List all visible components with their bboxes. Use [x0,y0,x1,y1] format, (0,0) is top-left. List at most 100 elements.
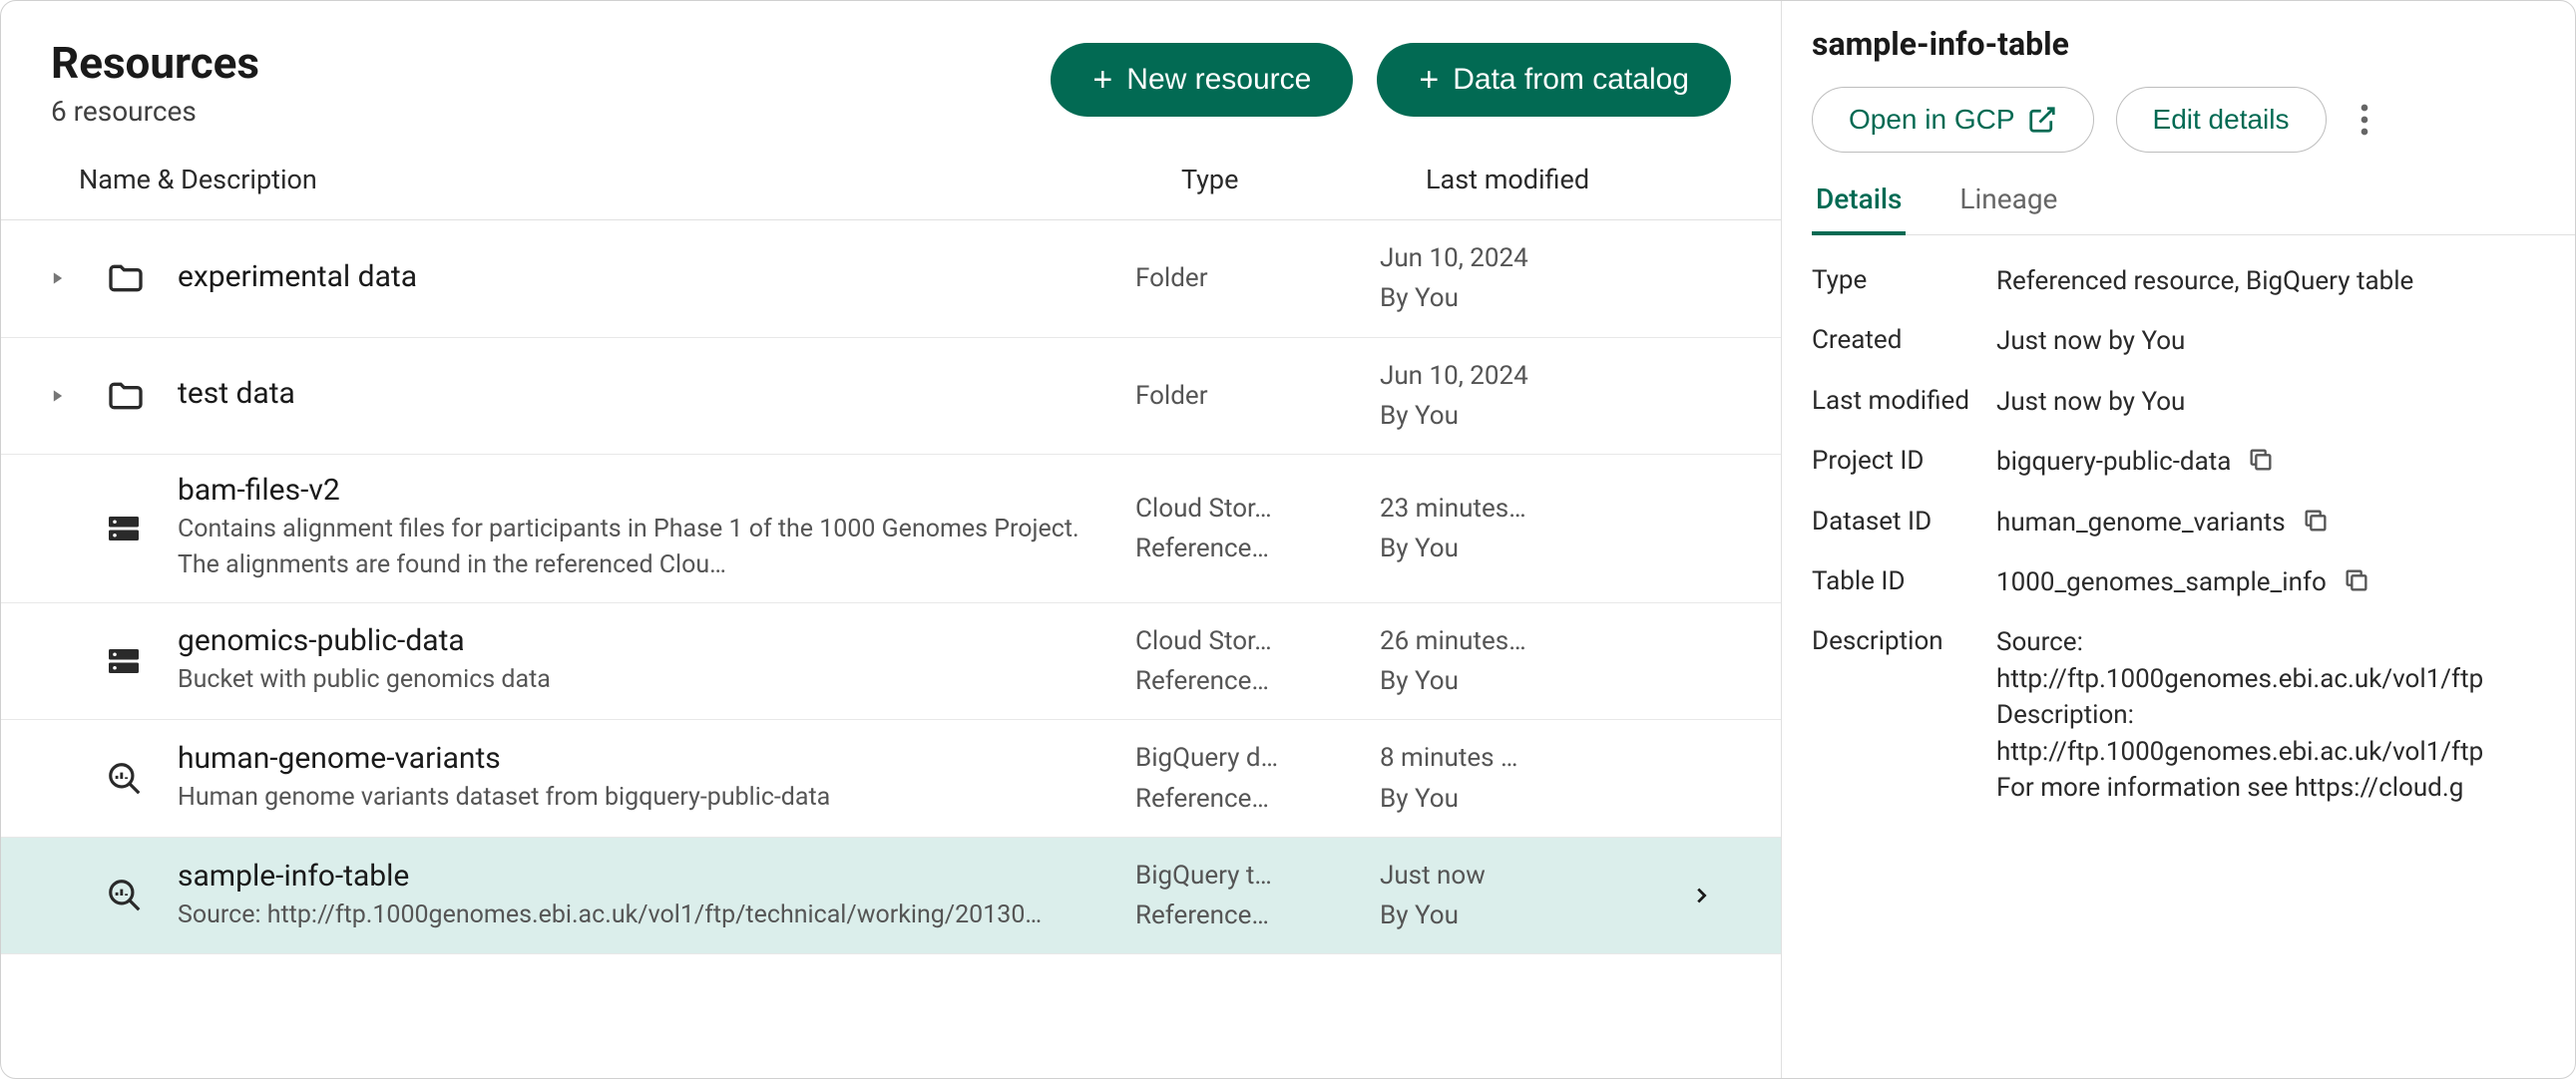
open-in-gcp-label: Open in GCP [1849,104,2015,136]
resource-name-cell: sample-info-table Source: http://ftp.1000… [178,859,1135,933]
resource-type: BigQuery d…Reference… [1135,738,1380,819]
expand-toggle[interactable] [51,389,106,403]
detail-label: Table ID [1812,564,1996,599]
data-from-catalog-button[interactable]: + Data from catalog [1377,43,1731,117]
storage-icon [106,643,178,679]
detail-value: Just now by You [1996,384,2575,420]
detail-row: Dataset IDhuman_genome_variants [1812,505,2575,540]
resource-type: Cloud Stor…Reference… [1135,489,1380,569]
resource-count: 6 resources [51,95,259,128]
table-row[interactable]: sample-info-table Source: http://ftp.1000… [1,838,1781,955]
resource-modified: Just nowBy You [1380,856,1671,936]
resource-name-cell: test data [178,376,1135,415]
resource-modified: 26 minutes…By You [1380,621,1671,702]
resource-name: human-genome-variants [178,741,1115,776]
detail-label: Dataset ID [1812,505,1996,540]
resource-type: BigQuery t…Reference… [1135,856,1380,936]
app-root: Resources 6 resources + New resource + D… [0,0,2576,1079]
resource-name-cell: genomics-public-dataBucket with public g… [178,623,1135,698]
detail-label: Created [1812,323,1996,358]
resource-name: sample-info-table [178,859,1115,894]
detail-value-text: human_genome_variants [1996,505,2286,540]
detail-row: CreatedJust now by You [1812,323,2575,359]
new-resource-label: New resource [1126,63,1311,97]
expand-toggle[interactable] [51,271,106,285]
copy-icon[interactable] [2247,446,2275,474]
edit-details-label: Edit details [2153,104,2290,136]
plus-icon: + [1419,63,1439,97]
detail-value-text: Source: http://ftp.1000genomes.ebi.ac.uk… [1996,624,2575,806]
external-link-icon [2027,105,2057,135]
resource-name: experimental data [178,259,1115,294]
column-name-header: Name & Description [79,164,1181,195]
row-chevron-icon [1671,885,1731,906]
details-fields: TypeReferenced resource, BigQuery tableC… [1812,263,2575,806]
resource-description: Contains alignment files for participant… [178,512,1115,584]
resource-modified: Jun 10, 2024By You [1380,238,1671,319]
detail-value-text: 1000_genomes_sample_info [1996,564,2327,600]
detail-value: Source: http://ftp.1000genomes.ebi.ac.uk… [1996,624,2575,806]
plus-icon: + [1092,63,1112,97]
edit-details-button[interactable]: Edit details [2116,87,2327,153]
table-row[interactable]: genomics-public-dataBucket with public g… [1,603,1781,721]
new-resource-button[interactable]: + New resource [1051,43,1353,117]
page-title: Resources [51,37,259,89]
detail-label: Type [1812,263,1996,298]
detail-row: TypeReferenced resource, BigQuery table [1812,263,2575,299]
query-icon [106,760,178,798]
resource-type: Cloud Stor…Reference… [1135,621,1380,702]
detail-label: Last modified [1812,384,1996,419]
header-actions: + New resource + Data from catalog [1051,43,1731,117]
resource-description: Source: http://ftp.1000genomes.ebi.ac.uk… [178,898,1115,933]
open-in-gcp-button[interactable]: Open in GCP [1812,87,2094,153]
table-row[interactable]: test data FolderJun 10, 2024By You [1,338,1781,456]
more-menu-icon[interactable] [2349,103,2380,137]
detail-value: 1000_genomes_sample_info [1996,564,2575,600]
table-header: Name & Description Type Last modified [1,158,1781,220]
resource-description: Bucket with public genomics data [178,662,1115,698]
detail-value-text: Just now by You [1996,384,2185,420]
detail-value: Referenced resource, BigQuery table [1996,263,2575,299]
resource-modified: Jun 10, 2024By You [1380,356,1671,437]
details-actions: Open in GCP Edit details [1812,87,2575,153]
storage-icon [106,511,178,546]
resource-type: Folder [1135,258,1380,298]
resources-panel: Resources 6 resources + New resource + D… [1,1,1782,1078]
detail-value-text: Just now by You [1996,323,2185,359]
table-row[interactable]: bam-files-v2 Contains alignment files for… [1,455,1781,603]
resource-name-cell: experimental data [178,259,1135,298]
resource-type: Folder [1135,376,1380,416]
detail-row: DescriptionSource: http://ftp.1000genome… [1812,624,2575,806]
table-row[interactable]: human-genome-variants Human genome varian… [1,720,1781,838]
detail-value-text: Referenced resource, BigQuery table [1996,263,2413,299]
table-row[interactable]: experimental data FolderJun 10, 2024By Yo… [1,220,1781,338]
column-type-header: Type [1181,164,1426,195]
folder-icon [106,376,178,416]
detail-label: Description [1812,624,1996,659]
tab-details[interactable]: Details [1812,182,1906,235]
copy-icon[interactable] [2343,566,2370,594]
column-modified-header: Last modified [1426,164,1731,195]
title-block: Resources 6 resources [51,37,259,128]
resource-name-cell: bam-files-v2 Contains alignment files for… [178,473,1135,584]
resource-modified: 23 minutes…By You [1380,489,1671,569]
resource-name: test data [178,376,1115,411]
details-tabs: Details Lineage [1812,182,2575,235]
detail-value: Just now by You [1996,323,2575,359]
detail-value: bigquery-public-data [1996,444,2575,480]
resource-name: bam-files-v2 [178,473,1115,508]
data-from-catalog-label: Data from catalog [1453,63,1689,97]
detail-label: Project ID [1812,444,1996,479]
detail-row: Project IDbigquery-public-data [1812,444,2575,480]
details-title: sample-info-table [1812,25,2575,63]
resources-header: Resources 6 resources + New resource + D… [1,1,1781,158]
tab-lineage[interactable]: Lineage [1955,182,2061,235]
detail-value-text: bigquery-public-data [1996,444,2231,480]
folder-icon [106,258,178,298]
resource-modified: 8 minutes …By You [1380,738,1671,819]
detail-value: human_genome_variants [1996,505,2575,540]
copy-icon[interactable] [2302,507,2330,535]
resource-description: Human genome variants dataset from bigqu… [178,780,1115,816]
details-panel: sample-info-table Open in GCP Edit detai… [1782,1,2575,1078]
detail-row: Table ID1000_genomes_sample_info [1812,564,2575,600]
